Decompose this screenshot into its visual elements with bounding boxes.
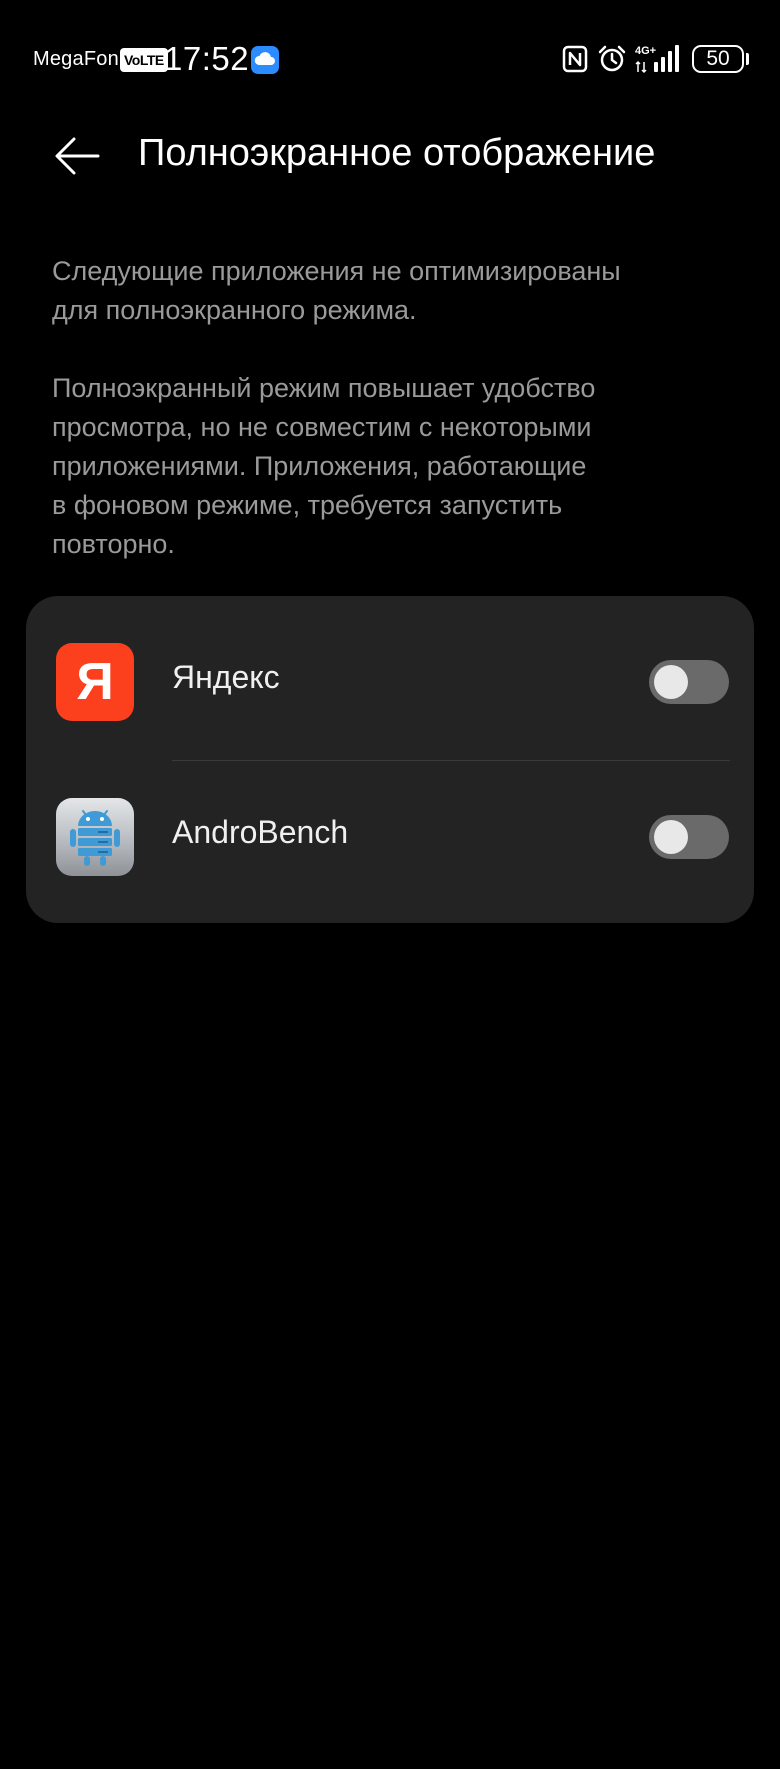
description: Следующие приложения не оптимизированы д…: [52, 252, 742, 564]
app-name-yandex: Яндекс: [172, 659, 280, 695]
fullscreen-toggle-androbench[interactable]: [649, 815, 729, 859]
volte-badge: VoLTE: [120, 48, 168, 72]
description-paragraph-1: Следующие приложения не оптимизированы д…: [52, 256, 621, 325]
cloud-icon: [251, 46, 279, 74]
apps-list-card: Я Яндекс AndroBench: [26, 596, 754, 923]
battery-tip: [746, 53, 749, 65]
carrier-name: MegaFon: [33, 48, 119, 70]
app-name-androbench: AndroBench: [172, 814, 349, 850]
nfc-icon: [562, 45, 588, 78]
signal-icon: 4G+: [634, 42, 682, 79]
description-paragraph-2: Полноэкранный режим повышает удобство пр…: [52, 373, 596, 559]
androbench-app-icon: [56, 798, 134, 876]
list-item-androbench[interactable]: AndroBench: [26, 751, 754, 906]
alarm-icon: [597, 44, 627, 79]
arrow-left-icon: [55, 137, 100, 175]
back-button[interactable]: [50, 128, 106, 184]
list-item-yandex[interactable]: Я Яндекс: [26, 596, 754, 751]
toggle-knob: [654, 665, 688, 699]
battery-icon: 50: [692, 45, 744, 73]
toggle-knob: [654, 820, 688, 854]
page-title: Полноэкранное отображение: [138, 132, 656, 174]
yandex-app-icon: Я: [56, 643, 134, 721]
status-time: 17:52: [164, 40, 250, 77]
fullscreen-toggle-yandex[interactable]: [649, 660, 729, 704]
network-type-label: 4G+: [635, 45, 656, 57]
yandex-logo-letter: Я: [76, 653, 114, 711]
status-bar: MegaFon VoLTE 17:52 4G+ 50: [0, 0, 780, 120]
